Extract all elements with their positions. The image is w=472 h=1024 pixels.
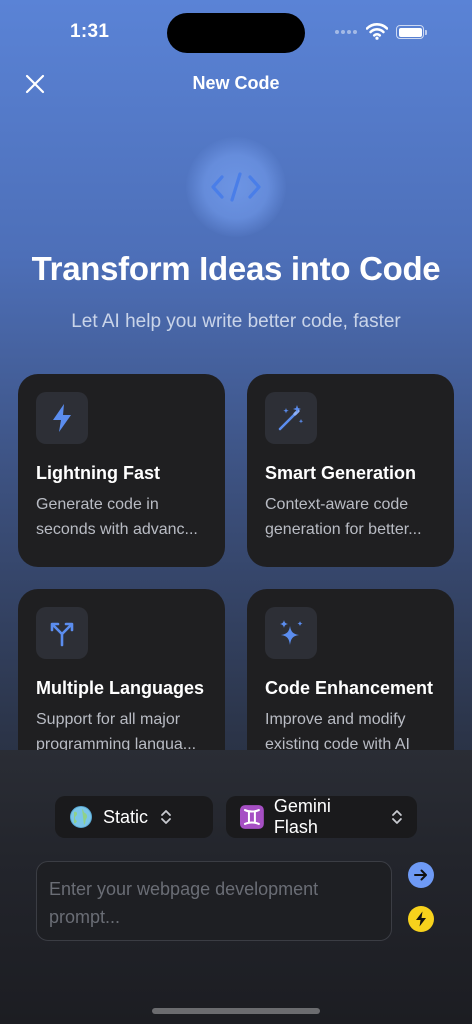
feature-description: Improve and modify existing code with AI <box>265 711 410 750</box>
feature-card-lightning-fast: Lightning Fast Generate code in seconds w… <box>18 374 225 567</box>
lightning-icon <box>416 911 426 927</box>
feature-title: Lightning Fast <box>36 463 160 483</box>
battery-icon <box>396 25 427 39</box>
model-selector[interactable]: Gemini Flash <box>226 796 417 838</box>
feature-card-smart-generation: Smart Generation Context-aware code gener… <box>247 374 454 567</box>
prompt-input-container <box>36 861 392 941</box>
enhance-button[interactable] <box>408 906 434 932</box>
feature-title: Multiple Languages <box>36 678 205 698</box>
chevron-up-down-icon <box>161 810 171 824</box>
feature-description: Context-aware code generation for better.… <box>265 496 422 538</box>
chevron-up-down-icon <box>392 810 402 824</box>
mode-selector[interactable]: Static <box>55 796 213 838</box>
cellular-signal-icon <box>335 30 361 36</box>
feature-grid: Lightning Fast Generate code in seconds w… <box>0 370 472 750</box>
branch-icon <box>36 607 88 659</box>
wifi-icon <box>366 23 388 40</box>
page-title: Transform Ideas into Code <box>31 250 441 287</box>
feature-card-code-enhancement: Code Enhancement Improve and modify exist… <box>247 589 454 750</box>
home-indicator <box>152 1008 320 1014</box>
feature-title: Code Enhancement <box>265 678 434 698</box>
nav-title: New Code <box>192 73 280 93</box>
prompt-input[interactable] <box>49 875 379 927</box>
code-icon <box>186 137 286 237</box>
model-label: Gemini Flash <box>273 796 331 837</box>
feature-card-multiple-languages: Multiple Languages Support for all major… <box>18 589 225 750</box>
status-time: 1:31 <box>70 21 110 42</box>
magic-wand-icon <box>265 392 317 444</box>
page-subtitle: Let AI help you write better code, faste… <box>71 311 401 332</box>
feature-description: Generate code in seconds with advanc... <box>36 496 198 538</box>
arrow-right-icon <box>414 869 427 881</box>
sparkles-icon <box>265 607 317 659</box>
status-bar: 1:31 <box>0 0 472 64</box>
lightning-icon <box>36 392 88 444</box>
send-button[interactable] <box>408 862 434 888</box>
mode-label: Static <box>103 806 149 827</box>
gemini-icon <box>240 805 264 829</box>
dynamic-island <box>167 13 305 53</box>
globe-icon <box>70 806 92 828</box>
feature-description: Support for all major programming langua.… <box>36 711 197 750</box>
feature-title: Smart Generation <box>265 463 417 483</box>
